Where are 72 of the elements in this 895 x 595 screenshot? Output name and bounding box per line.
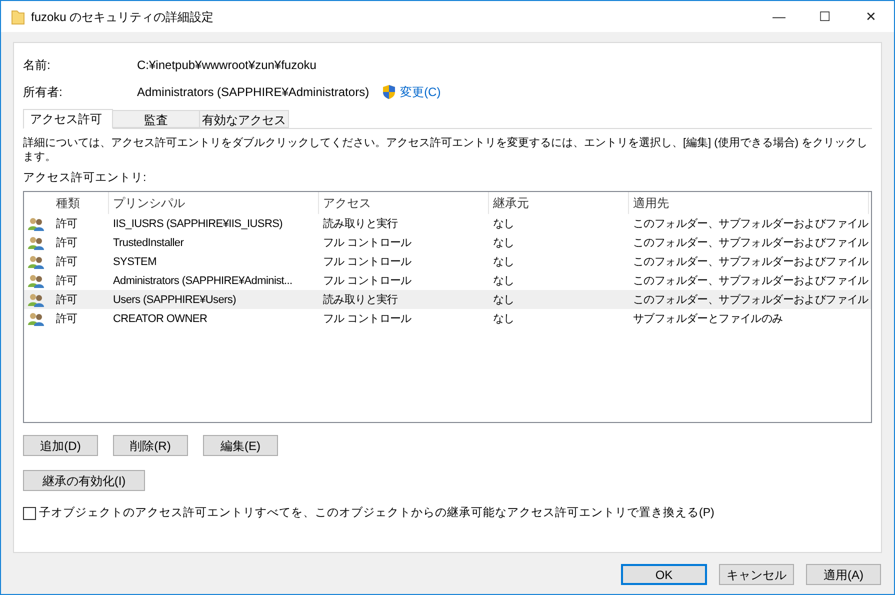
table-cell-text: サブフォルダーとファイルのみ [632,312,784,326]
table-cell-text: なし [492,274,516,288]
table-cell-text: なし [492,292,516,308]
users-icon [28,236,44,250]
maximize-button[interactable]: ☐ [802,1,848,32]
table-row[interactable]: 許可 IIS_IUSRS (SAPPHIRE¥IIS_IUSRS) 読み取りと実行 なし このフォルダー、サブフォルダーおよびファイル [24,214,871,234]
edit-button[interactable]: 編集(E) [203,435,278,456]
users-icon [28,274,44,288]
table-cell-text: Administrators (SAPPHIRE¥Administ... [112,274,294,288]
checkbox[interactable] [23,507,36,520]
table-row[interactable]: 許可 Users (SAPPHIRE¥Users) 読み取りと実行 なし このフォルダー、サブフォルダーおよびファイル [24,290,871,310]
change-owner-link[interactable]: 変更(C) [400,83,441,101]
tab[interactable]: 監査 [112,110,200,128]
column-header[interactable]: アクセス [319,192,489,214]
ok-button[interactable]: OK [621,564,707,585]
enable-inheritance-button[interactable]: 継承の有効化(I) [23,470,145,492]
column-header[interactable]: プリンシパル [109,192,319,214]
table-cell-text: 読み取りと実行 [322,216,399,232]
column-header[interactable]: 適用先 [629,192,869,214]
table-row[interactable]: 許可 CREATOR OWNER フル コントロール なし サブフォルダーとファイルのみ [24,309,871,328]
checkbox-label: 子オブジェクトのアクセス許可エントリすべてを、このオブジェクトからの継承可能なアクセス許可エントリで置き換える(P) [39,506,714,522]
cancel-button[interactable]: キャンセル [719,564,794,585]
users-icon [28,292,44,307]
table-cell-text: Users (SAPPHIRE¥Users) [112,292,237,308]
table-cell-text: 許可 [55,236,78,250]
table-cell-text: なし [492,236,516,250]
table-cell-text: 許可 [55,274,78,288]
table-cell-text: CREATOR OWNER [112,312,208,326]
table-cell-text: フル コントロール [322,312,412,326]
table-cell-text: このフォルダー、サブフォルダーおよびファイル [632,216,869,232]
table-cell-text: IIS_IUSRS (SAPPHIRE¥IIS_IUSRS) [112,216,284,232]
table-cell-text: TrustedInstaller [112,236,185,250]
tab[interactable]: 有効なアクセス [199,110,289,128]
table-cell-text: フル コントロール [322,274,412,288]
apply-button[interactable]: 適用(A) [806,564,881,585]
shield-icon [382,84,396,100]
field-value: C:¥inetpub¥wwwroot¥zun¥fuzoku [137,57,316,74]
table-row[interactable]: 許可 Administrators (SAPPHIRE¥Administ... フル コントロール なし このフォルダー、サブフォルダーおよびファイル [24,271,871,290]
table-cell-text: 許可 [55,312,78,326]
table-cell-text: このフォルダー、サブフォルダーおよびファイル [632,292,869,308]
close-button[interactable]: ✕ [848,1,894,32]
column-header[interactable]: 種類 [52,192,109,214]
add-button[interactable]: 追加(D) [23,435,98,456]
table-cell-text: フル コントロール [322,254,412,270]
table-row[interactable]: 許可 SYSTEM フル コントロール なし このフォルダー、サブフォルダーおよびファイル [24,252,871,272]
table-cell-text: このフォルダー、サブフォルダーおよびファイル [632,274,869,288]
table-cell-text: 許可 [55,292,78,308]
window-title: fuzoku のセキュリティの詳細設定 [31,8,214,26]
table-cell-text: 許可 [55,216,78,232]
field-label: 所有者: [23,84,64,101]
column-header[interactable]: 継承元 [489,192,629,214]
table-cell-text: このフォルダー、サブフォルダーおよびファイル [632,254,869,270]
field-value: Administrators (SAPPHIRE¥Administrators) [137,84,370,101]
remove-button[interactable]: 削除(R) [113,435,188,456]
users-icon [28,216,44,231]
minimize-button[interactable]: — [756,1,802,32]
users-icon [28,254,44,269]
table-cell-text: SYSTEM [112,254,158,270]
table-cell-text: フル コントロール [322,236,412,250]
field-label: 名前: [23,57,52,74]
table-row[interactable]: 許可 TrustedInstaller フル コントロール なし このフォルダー、サブフォルダーおよびファイル [24,233,871,252]
users-icon [28,312,44,326]
folder-icon [11,8,25,24]
instructions-text: 詳細については、アクセス許可エントリをダブルクリックしてください。アクセス許可エントリを変更するには、エントリを選択し、[編集] (使用できる場合) をクリックします。 [23,136,869,164]
list-label: アクセス許可エントリ: [23,170,148,186]
table-cell-text: このフォルダー、サブフォルダーおよびファイル [632,236,869,250]
table-cell-text: なし [492,254,516,270]
tab[interactable]: アクセス許可 [23,109,113,129]
table-cell-text: 読み取りと実行 [322,292,399,308]
table-cell-text: 許可 [55,254,78,270]
table-cell-text: なし [492,216,516,232]
table-cell-text: なし [492,312,516,326]
